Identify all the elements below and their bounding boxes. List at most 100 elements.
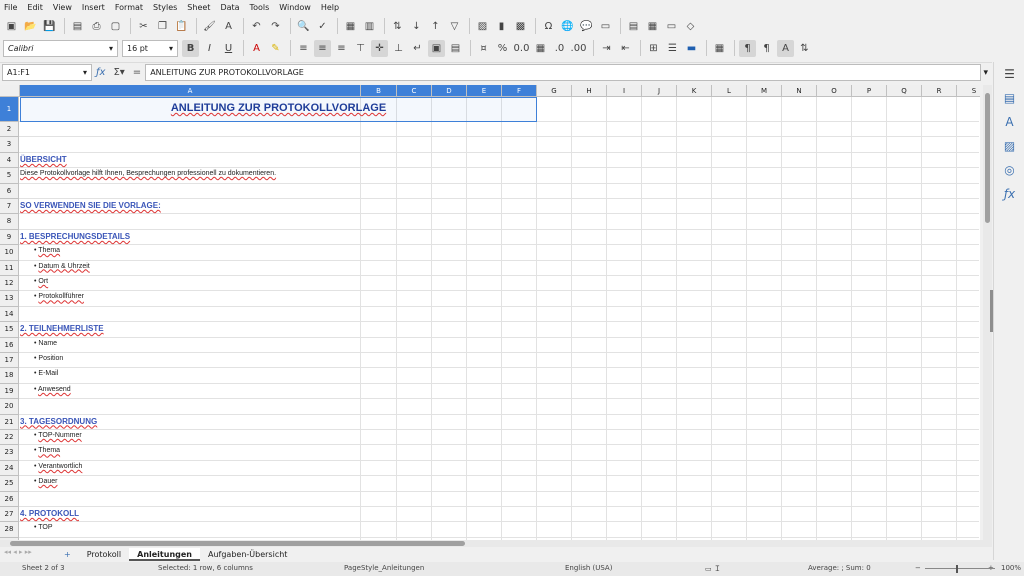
menu-format[interactable]: Format — [115, 3, 143, 12]
teilnehmerliste-heading-cell[interactable]: 2. TEILNEHMERLISTE — [20, 324, 104, 333]
row-header-20[interactable]: 20 — [0, 399, 19, 415]
align-left-icon[interactable]: ≡ — [295, 40, 312, 57]
tagesordnung-item-cell[interactable]: • Thema — [34, 447, 60, 454]
vertical-text-icon[interactable]: A — [777, 39, 794, 57]
tagesordnung-item-cell[interactable]: • TOP-Nummer — [34, 432, 82, 439]
tab-aufgaben-uebersicht[interactable]: Aufgaben-Übersicht — [200, 548, 295, 561]
align-top-icon[interactable]: ⊤ — [352, 40, 369, 57]
styles-icon[interactable]: A — [994, 110, 1024, 134]
define-print-area-icon[interactable]: ▤ — [625, 18, 642, 35]
split-window-icon[interactable]: ▭ — [663, 18, 680, 35]
menu-window[interactable]: Window — [279, 3, 311, 12]
column-header-e[interactable]: E — [467, 85, 502, 97]
export-pdf-icon[interactable]: ▤ — [69, 18, 86, 35]
clear-formatting-icon[interactable]: A — [220, 18, 237, 35]
row-header-17[interactable]: 17 — [0, 353, 19, 369]
row-header-6[interactable]: 6 — [0, 183, 19, 199]
column-header-p[interactable]: P — [852, 85, 887, 97]
column-header-n[interactable]: N — [782, 85, 817, 97]
row-header-2[interactable]: 2 — [0, 122, 19, 138]
menu-data[interactable]: Data — [220, 3, 239, 12]
autofilter-icon[interactable]: ▽ — [446, 18, 463, 35]
tagesordnung-heading-cell[interactable]: 3. TAGESORDNUNG — [20, 417, 97, 426]
underline-icon[interactable]: U — [220, 40, 237, 57]
page-style[interactable]: PageStyle_Anleitungen — [344, 564, 424, 572]
number-format-icon[interactable]: 0.0 — [513, 40, 530, 57]
menu-icon[interactable]: ☰ — [994, 62, 1024, 86]
row-header-26[interactable]: 26 — [0, 491, 19, 507]
row-header-18[interactable]: 18 — [0, 368, 19, 384]
row-header-1[interactable]: 1 — [0, 97, 19, 122]
menu-view[interactable]: View — [53, 3, 72, 12]
special-character-icon[interactable]: Ω — [540, 18, 557, 35]
column-header-k[interactable]: K — [677, 85, 712, 97]
besprechungsdetails-item-cell[interactable]: • Protokollführer — [34, 293, 84, 300]
tagesordnung-item-cell[interactable]: • Dauer — [34, 478, 57, 485]
menu-sheet[interactable]: Sheet — [187, 3, 210, 12]
unmerge-icon[interactable]: ▤ — [447, 40, 464, 57]
protokoll-heading-cell[interactable]: 4. PROTOKOLL — [20, 509, 79, 518]
paste-icon[interactable]: 📋 — [173, 18, 190, 35]
menu-styles[interactable]: Styles — [153, 3, 177, 12]
row-header-13[interactable]: 13 — [0, 291, 19, 307]
decrease-indent-icon[interactable]: ⇤ — [617, 40, 634, 57]
print-preview-icon[interactable]: ▢ — [107, 18, 124, 35]
save-icon[interactable]: 💾 — [41, 18, 58, 35]
borders-icon[interactable]: ⊞ — [645, 40, 662, 57]
cut-icon[interactable]: ✂ — [135, 18, 152, 35]
align-center-icon[interactable]: ≡ — [314, 39, 331, 57]
merged-title-cell[interactable]: ANLEITUNG ZUR PROTOKOLLVORLAGE — [20, 102, 537, 114]
row-header-16[interactable]: 16 — [0, 337, 19, 353]
column-header-s[interactable]: S — [957, 85, 980, 97]
expand-formula-icon[interactable]: ▾ — [983, 68, 988, 78]
spelling-icon[interactable]: ✓ — [314, 18, 331, 35]
percent-format-icon[interactable]: % — [494, 40, 511, 57]
text-direction-rtl-icon[interactable]: ¶ — [758, 40, 775, 57]
row-header-19[interactable]: 19 — [0, 383, 19, 400]
row-header-4[interactable]: 4 — [0, 152, 19, 169]
new-document-icon[interactable]: ▣ — [3, 18, 20, 35]
besprechungsdetails-item-cell[interactable]: • Thema — [34, 247, 60, 254]
increase-indent-icon[interactable]: ⇥ — [598, 40, 615, 57]
column-header-r[interactable]: R — [922, 85, 957, 97]
text-orientation-icon[interactable]: ⇅ — [796, 40, 813, 57]
pivot-table-icon[interactable]: ▩ — [512, 18, 529, 35]
find-replace-icon[interactable]: 🔍 — [295, 18, 312, 35]
select-all-corner[interactable] — [0, 85, 20, 97]
clone-formatting-icon[interactable]: 🖌 — [201, 18, 218, 35]
insert-image-icon[interactable]: ▨ — [474, 18, 491, 35]
functions-icon[interactable]: ƒx — [994, 182, 1024, 206]
italic-icon[interactable]: I — [201, 40, 218, 57]
row-header-15[interactable]: 15 — [0, 322, 19, 338]
column-header-a[interactable]: A — [20, 85, 361, 97]
spreadsheet-grid[interactable]: A B C D E F G H I J K L M N O P Q R S 1 2 3 4 5 6 7 8 9 10 11 12 13 14 15… — [0, 85, 980, 540]
zoom-slider-knob[interactable] — [956, 565, 958, 573]
zoom-level[interactable]: 100% — [1001, 564, 1021, 572]
column-icon[interactable]: ▥ — [361, 18, 378, 35]
formula-input[interactable]: ANLEITUNG ZUR PROTOKOLLVORLAGE — [145, 64, 982, 81]
sort-icon[interactable]: ⇅ — [389, 18, 406, 35]
align-right-icon[interactable]: ≡ — [333, 40, 350, 57]
row-header-22[interactable]: 22 — [0, 430, 19, 446]
column-header-l[interactable]: L — [712, 85, 747, 97]
row-header-23[interactable]: 23 — [0, 445, 19, 461]
font-color-icon[interactable]: A — [248, 40, 265, 57]
font-size-box[interactable]: 16 pt ▾ — [122, 39, 178, 57]
print-icon[interactable]: ⎙ — [88, 18, 105, 35]
sum-info[interactable]: Average: ; Sum: 0 — [808, 564, 871, 572]
protokoll-item-cell[interactable]: • TOP — [34, 524, 53, 531]
column-header-f[interactable]: F — [502, 85, 537, 97]
undo-icon[interactable]: ↶ — [248, 18, 265, 35]
show-draw-functions-icon[interactable]: ◇ — [682, 18, 699, 35]
function-wizard-icon[interactable]: ƒx — [96, 67, 105, 78]
currency-format-icon[interactable]: ¤ — [475, 40, 492, 57]
teilnehmerliste-item-cell[interactable]: • Position — [34, 355, 63, 362]
bold-icon[interactable]: B — [182, 39, 199, 57]
menu-insert[interactable]: Insert — [82, 3, 105, 12]
hyperlink-icon[interactable]: 🌐 — [559, 18, 576, 35]
row-icon[interactable]: ▦ — [342, 18, 359, 35]
sort-ascending-icon[interactable]: ↓ — [408, 18, 425, 35]
open-folder-icon[interactable]: 📂 — [22, 18, 39, 35]
horizontal-scrollbar[interactable] — [0, 540, 992, 547]
row-header-8[interactable]: 8 — [0, 214, 19, 230]
